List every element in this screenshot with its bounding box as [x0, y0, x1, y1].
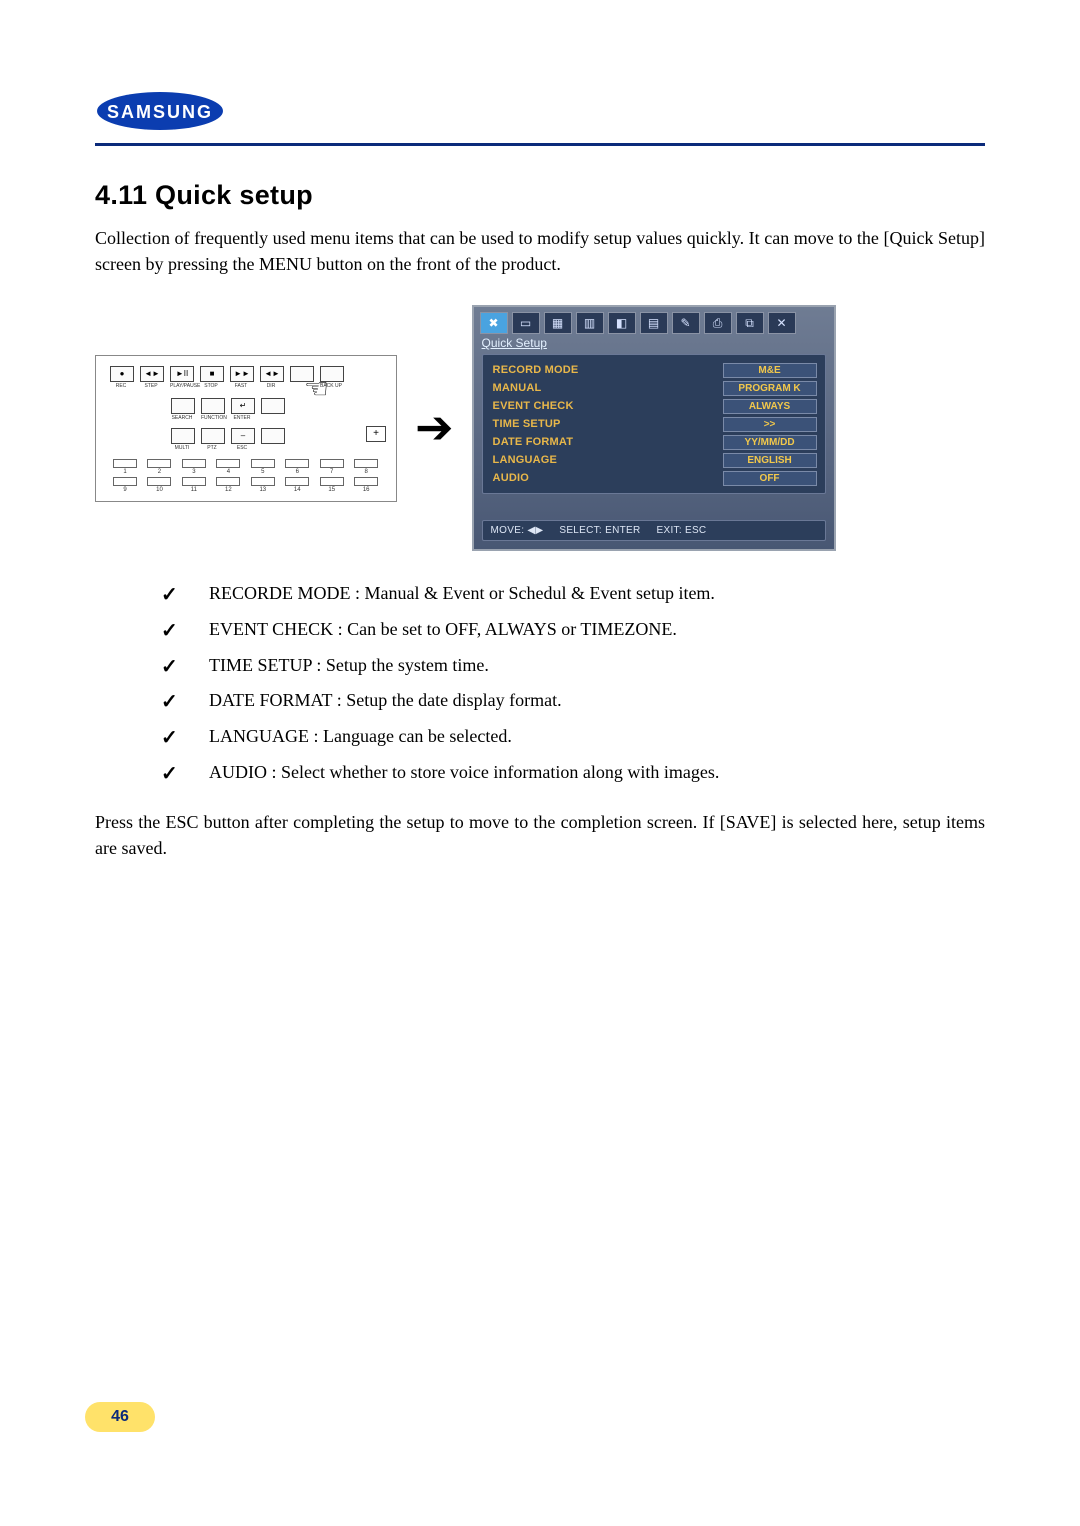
menu-label: EVENT CHECK [493, 400, 574, 412]
panel-btn: SEARCH [171, 398, 193, 421]
menu-panel: RECORD MODE M&E MANUAL PROGRAM K EVENT CHE… [482, 354, 826, 494]
menu-tab-icon[interactable]: ▥ [576, 312, 604, 334]
bullet-list: RECORDE MODE : Manual & Event or Schedul… [95, 579, 985, 787]
panel-row-3: MULTI PTZ –ESC [171, 428, 283, 451]
menu-value[interactable]: YY/MM/DD [723, 435, 817, 450]
menu-value[interactable]: ALWAYS [723, 399, 817, 414]
panel-btn: MULTI [171, 428, 193, 451]
header-divider [95, 143, 985, 146]
logo-text: SAMSUNG [107, 102, 213, 122]
panel-btn: PTZ [201, 428, 223, 451]
panel-btn: ■STOP [200, 366, 222, 389]
menu-footer: MOVE: ◀▶ SELECT: ENTER EXIT: ESC [482, 520, 826, 541]
menu-row[interactable]: RECORD MODE M&E [493, 361, 817, 379]
plus-button: + [366, 426, 386, 442]
menu-tab-icon[interactable]: ✕ [768, 312, 796, 334]
menu-tab-icon[interactable]: ✎ [672, 312, 700, 334]
menu-row[interactable]: MANUAL PROGRAM K [493, 379, 817, 397]
intro-text: Collection of frequently used menu items… [95, 225, 985, 277]
figure-row: ●REC ◄►STEP ►IIPLAY/PAUSE ■STOP ►►FAST ◄… [95, 305, 985, 551]
panel-btn: ↵ENTER [231, 398, 253, 421]
menu-label: MANUAL [493, 382, 542, 394]
bullet-item: EVENT CHECK : Can be set to OFF, ALWAYS … [161, 615, 985, 645]
bullet-item: TIME SETUP : Setup the system time. [161, 651, 985, 681]
menu-row[interactable]: EVENT CHECK ALWAYS [493, 397, 817, 415]
menu-value[interactable]: ENGLISH [723, 453, 817, 468]
bullet-item: AUDIO : Select whether to store voice in… [161, 758, 985, 788]
menu-label: LANGUAGE [493, 454, 558, 466]
arrow-right-icon: ➔ [415, 405, 454, 451]
menu-row[interactable]: AUDIO OFF [493, 469, 817, 487]
panel-row-2: SEARCH FUNCTION ↵ENTER [171, 398, 283, 421]
menu-value[interactable]: M&E [723, 363, 817, 378]
menu-tab-icons: ✖ ▭ ▦ ▥ ◧ ▤ ✎ ⎙ ⧉ ✕ [474, 307, 834, 336]
panel-btn: ►►FAST [230, 366, 252, 389]
panel-btn: ●REC [110, 366, 132, 389]
menu-tab-icon[interactable]: ✖ [480, 312, 508, 334]
menu-label: TIME SETUP [493, 418, 561, 430]
section-title: 4.11 Quick setup [95, 180, 985, 211]
panel-btn: ◄►STEP [140, 366, 162, 389]
bullet-item: DATE FORMAT : Setup the date display for… [161, 686, 985, 716]
hand-cursor-icon: ☜ [304, 372, 329, 405]
menu-row[interactable]: TIME SETUP >> [493, 415, 817, 433]
outro-text: Press the ESC button after completing th… [95, 809, 985, 861]
page: SAMSUNG 4.11 Quick setup Collection of f… [0, 0, 1080, 1492]
panel-btn: –ESC [231, 428, 253, 451]
menu-label: RECORD MODE [493, 364, 579, 376]
logo: SAMSUNG [95, 90, 985, 137]
panel-btn [261, 428, 283, 451]
footer-exit: EXIT: ESC [657, 525, 707, 536]
menu-tab-icon[interactable]: ▭ [512, 312, 540, 334]
quick-setup-menu: ✖ ▭ ▦ ▥ ◧ ▤ ✎ ⎙ ⧉ ✕ Quick Setup RECORD M… [472, 305, 836, 551]
menu-tab-icon[interactable]: ◧ [608, 312, 636, 334]
bullet-item: RECORDE MODE : Manual & Event or Schedul… [161, 579, 985, 609]
page-number: 46 [85, 1402, 155, 1432]
menu-tab-icon[interactable]: ⎙ [704, 312, 732, 334]
menu-value[interactable]: >> [723, 417, 817, 432]
footer-select: SELECT: ENTER [559, 525, 640, 536]
menu-title: Quick Setup [474, 336, 834, 354]
panel-btn [261, 398, 283, 421]
footer-move: MOVE: ◀▶ [491, 525, 544, 536]
menu-value[interactable]: OFF [723, 471, 817, 486]
panel-btn: ►IIPLAY/PAUSE [170, 366, 192, 389]
panel-btn: FUNCTION [201, 398, 223, 421]
panel-btn: ◄►DIR [260, 366, 282, 389]
menu-tab-icon[interactable]: ▤ [640, 312, 668, 334]
menu-row[interactable]: LANGUAGE ENGLISH [493, 451, 817, 469]
samsung-logo: SAMSUNG [95, 90, 225, 132]
menu-row[interactable]: DATE FORMAT YY/MM/DD [493, 433, 817, 451]
menu-tab-icon[interactable]: ⧉ [736, 312, 764, 334]
menu-label: DATE FORMAT [493, 436, 574, 448]
menu-value[interactable]: PROGRAM K [723, 381, 817, 396]
channel-buttons: 1 2 3 4 5 6 7 8 9 10 11 12 13 14 15 [110, 459, 386, 495]
page-number-wrap: 46 [95, 1402, 985, 1432]
menu-tab-icon[interactable]: ▦ [544, 312, 572, 334]
front-panel-diagram: ●REC ◄►STEP ►IIPLAY/PAUSE ■STOP ►►FAST ◄… [95, 355, 397, 502]
menu-label: AUDIO [493, 472, 529, 484]
bullet-item: LANGUAGE : Language can be selected. [161, 722, 985, 752]
